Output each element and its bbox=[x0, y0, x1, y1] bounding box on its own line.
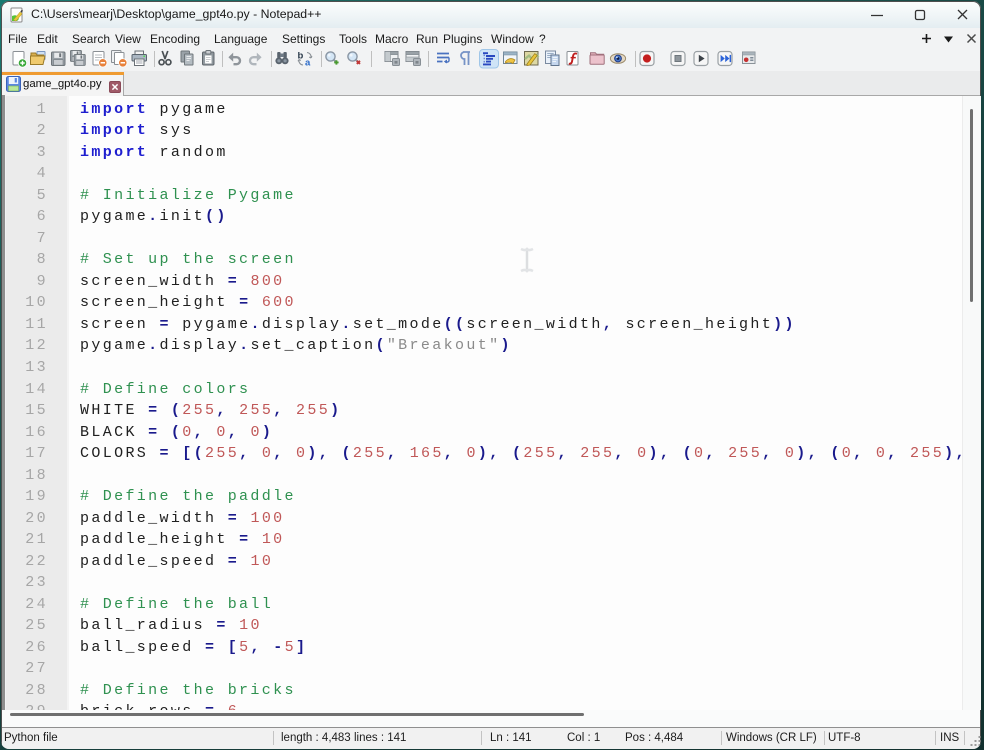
svg-text:a: a bbox=[305, 58, 311, 69]
